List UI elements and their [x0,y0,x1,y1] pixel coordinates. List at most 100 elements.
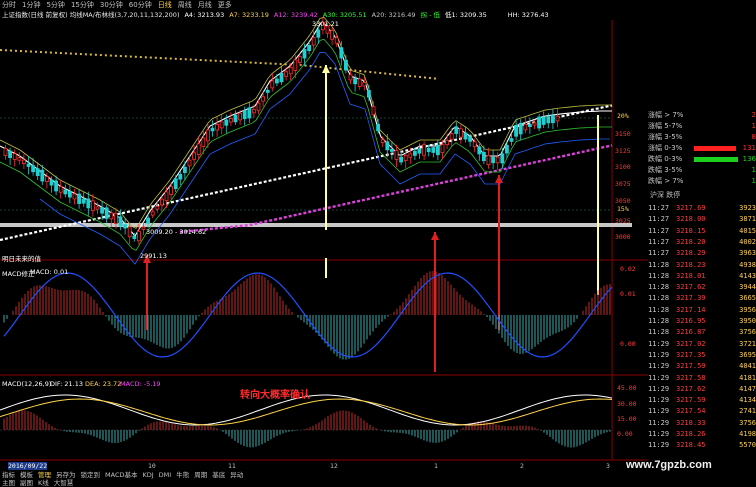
candle-body [178,174,183,180]
tab-7[interactable]: 周线 [178,0,192,10]
candle-body [141,226,146,230]
candle-body [35,168,40,177]
bottom-btn[interactable]: 管理 [38,471,51,479]
candle-body [40,169,45,182]
bottom-btn[interactable]: DMI [159,471,172,479]
tab-0[interactable]: 分时 [2,0,16,10]
bottom-btn[interactable]: 模板 [20,471,33,479]
bottom-btn[interactable]: KDJ [142,471,153,479]
tick-time: 11:29 [648,396,670,405]
reversal-hint-text: 转向大概率确认 [240,390,310,401]
stat-value: 1 [751,177,756,185]
candle-body [302,49,307,59]
candle-body [238,112,243,121]
candle-body [316,29,321,38]
tab-6[interactable]: 日线 [158,0,172,10]
tick-time: 11:29 [648,350,670,359]
candle-body [445,140,450,146]
bottom-btn[interactable]: 基底 [212,471,225,479]
candle-body [454,126,459,134]
indicator-info-bar: 上证指数(日线 前复权) 均线MA/布林线(3,7,20,11,132,200)… [0,10,648,20]
tick-row: 11:29 3217.02 3721 [648,339,756,350]
candle-body [435,144,440,156]
macd-tick-label: 30.00 [617,400,637,408]
tick-price: 3217.69 [676,204,706,212]
bottom-btn[interactable]: K线 [38,479,49,487]
candle-body [481,151,486,162]
candle-body [366,90,371,98]
candle-body [104,207,109,219]
bottom-btn[interactable]: 另存为 [56,471,76,479]
candle-body [362,82,367,87]
tab-9[interactable]: 更多 [218,0,232,10]
candle-body [495,156,500,164]
tab-5[interactable]: 60分钟 [129,0,152,10]
info-a12: A12: 3239.42 [273,11,318,19]
candle-body [205,129,210,142]
candle-body [334,37,339,44]
bottom-btn[interactable]: 大智慧 [54,479,74,487]
candle-body [95,206,100,210]
candle-body [417,148,422,154]
info-a20: A20: 3216.49 [371,11,416,19]
candle-body [509,138,514,142]
tab-1[interactable]: 1分钟 [22,0,40,10]
signal-arrow [322,65,330,73]
tick-volume: 4198 [739,430,756,438]
tab-2[interactable]: 5分钟 [46,0,64,10]
tab-8[interactable]: 月线 [198,0,212,10]
candle-body [472,141,477,148]
bottom-btn[interactable]: 指标 [2,471,15,479]
tick-time: 11:28 [648,317,670,325]
date-mark-label: 10 [148,462,156,470]
candle-body [422,144,427,156]
tab-3[interactable]: 15分钟 [71,0,94,10]
ma-green-line [0,38,612,251]
bottom-btn[interactable]: 牛熊 [176,471,189,479]
tick-row: 11:29 3217.35 3695 [648,350,756,361]
tab-4[interactable]: 30分钟 [100,0,123,10]
candle-body [164,191,169,201]
date-mark-label: 3 [606,462,610,470]
bottom-btn[interactable]: 副图 [20,479,33,487]
candle-body [242,110,247,120]
candle-body [551,115,555,124]
tick-row: 11:27 3218.00 3871 [648,214,756,225]
tick-volume: 3756 [739,328,756,337]
bottom-toolbar-row-1: 指标 模板 管理 另存为 锁定到 MACD基本 KDJ DMI 牛熊 周期 基底 异动 [0,471,756,479]
tick-list[interactable]: 11:27 3217.69 3923 11:27 3218.00 3871 11:27 321… [648,203,756,453]
bottom-btn[interactable]: 主图 [2,479,15,487]
info-hh: HH: 3276.43 [507,11,549,19]
bottom-btn[interactable]: 周期 [194,471,207,479]
signal-arrow [431,232,439,240]
macd-label: MACD(12,26,9) [2,380,52,388]
kline-chart-canvas[interactable] [0,0,648,471]
macd-dif: DIF: 21.13 [50,380,84,388]
tick-price: 3218.45 [676,441,706,450]
watermark-text: www.7gpzb.com [626,459,712,471]
bottom-btn[interactable]: MACD基本 [105,471,137,479]
tick-volume: 5570 [739,441,756,450]
candle-body [12,153,17,160]
pct-label-top: 20% [617,112,629,120]
tick-row: 11:28 3217.39 3665 [648,293,756,304]
tick-price: 3218.23 [676,260,706,269]
macd-adj-tick-label: 0.02 [620,265,636,273]
tick-volume: 3665 [739,294,756,303]
bottom-btn[interactable]: 异动 [230,471,243,479]
candle-body [265,89,270,93]
stat-bar [692,121,740,132]
info-a4: A4: 3213.93 [184,11,225,19]
tick-time: 11:27 [648,226,670,235]
info-a7: A7: 3233.19 [229,11,269,19]
candle-body [169,186,174,195]
bottom-btn[interactable]: 锁定到 [81,471,101,479]
candle-body [385,141,390,151]
candle-body [468,136,473,142]
candle-body [431,147,436,153]
candle-body [504,144,509,154]
candle-body [251,108,256,114]
tick-row: 11:29 3217.59 4134 [648,395,756,406]
stat-value: 8 [751,133,756,141]
tick-volume: 3695 [739,350,756,359]
